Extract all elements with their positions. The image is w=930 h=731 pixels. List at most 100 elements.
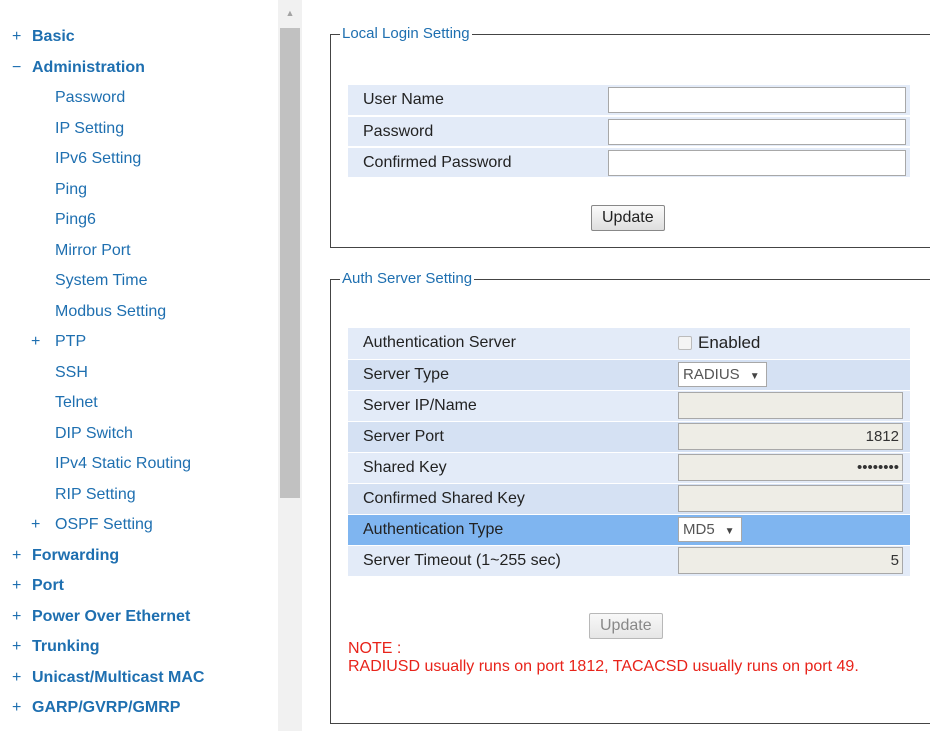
- expand-icon[interactable]: +: [12, 663, 32, 694]
- nav-item-label[interactable]: PTP: [55, 333, 86, 350]
- auth-type-value: MD5: [683, 521, 715, 538]
- confirmed-shared-key-label: Confirmed Shared Key: [348, 483, 678, 515]
- table-row: Server Port: [348, 421, 910, 453]
- nav-item-trunking[interactable]: + Trunking: [0, 632, 278, 663]
- nav-item-ptp[interactable]: + PTP: [0, 327, 278, 358]
- local-update-button[interactable]: Update: [591, 205, 665, 231]
- nav-item-power-over-ethernet[interactable]: + Power Over Ethernet: [0, 602, 278, 633]
- server-ip-input[interactable]: [678, 392, 903, 419]
- table-row: Password: [348, 116, 910, 148]
- nav-item-label[interactable]: Forwarding: [32, 547, 119, 564]
- nav-item-label[interactable]: Password: [55, 89, 125, 106]
- nav-item-label[interactable]: Power Over Ethernet: [32, 608, 190, 625]
- nav-item-system-time[interactable]: System Time: [0, 266, 278, 297]
- nav-item-label[interactable]: Mirror Port: [55, 242, 131, 259]
- nav-item-label[interactable]: RIP Setting: [55, 486, 136, 503]
- nav-item-label[interactable]: System Time: [55, 272, 147, 289]
- enabled-label[interactable]: Enabled: [698, 333, 760, 352]
- table-row: Confirmed Shared Key: [348, 483, 910, 515]
- nav-item-mirror-port[interactable]: Mirror Port: [0, 236, 278, 267]
- user-name-input[interactable]: [608, 87, 906, 113]
- nav-item-garp-gvrp-gmrp[interactable]: + GARP/GVRP/GMRP: [0, 693, 278, 724]
- server-ip-label: Server IP/Name: [348, 390, 678, 422]
- confirmed-shared-key-input[interactable]: [678, 485, 903, 512]
- auth-server-table: Authentication Server Enabled Server Typ…: [348, 328, 910, 577]
- auth-update-button[interactable]: Update: [589, 613, 663, 639]
- nav-item-label[interactable]: IPv4 Static Routing: [55, 455, 191, 472]
- nav-item-dip-switch[interactable]: DIP Switch: [0, 419, 278, 450]
- expand-icon[interactable]: +: [12, 541, 32, 572]
- expand-icon[interactable]: +: [31, 510, 55, 541]
- nav-item-ipv4-static-routing[interactable]: IPv4 Static Routing: [0, 449, 278, 480]
- nav-item-forwarding[interactable]: + Forwarding: [0, 541, 278, 572]
- server-timeout-input[interactable]: [678, 547, 903, 574]
- nav-item-label[interactable]: Basic: [32, 28, 75, 45]
- auth-server-label: Authentication Server: [348, 328, 678, 360]
- server-type-value: RADIUS: [683, 366, 740, 383]
- dropdown-arrow-icon: ▼: [724, 526, 735, 537]
- scrollbar-thumb[interactable]: [280, 28, 300, 498]
- nav-item-label[interactable]: GARP/GVRP/GMRP: [32, 699, 180, 716]
- auth-type-select[interactable]: MD5 ▼: [678, 517, 742, 542]
- nav-item-label[interactable]: Telnet: [55, 394, 98, 411]
- nav-item-label[interactable]: Trunking: [32, 638, 100, 655]
- dropdown-arrow-icon: ▼: [749, 371, 760, 382]
- nav-item-administration[interactable]: − Administration: [0, 53, 278, 84]
- expand-icon[interactable]: +: [12, 602, 32, 633]
- table-row: Server IP/Name: [348, 390, 910, 422]
- nav-item-basic[interactable]: + Basic: [0, 22, 278, 53]
- nav-item-label[interactable]: Port: [32, 577, 64, 594]
- nav-item-ip-setting[interactable]: IP Setting: [0, 114, 278, 145]
- server-type-label: Server Type: [348, 359, 678, 391]
- scroll-up-arrow-icon[interactable]: ▲: [278, 6, 302, 20]
- nav-item-label[interactable]: Ping: [55, 181, 87, 198]
- nav-item-telnet[interactable]: Telnet: [0, 388, 278, 419]
- confirmed-password-label: Confirmed Password: [348, 147, 605, 179]
- nav-item-label[interactable]: SSH: [55, 364, 88, 381]
- nav-item-ping[interactable]: Ping: [0, 175, 278, 206]
- server-port-label: Server Port: [348, 421, 678, 453]
- nav-item-unicast-multicast-mac[interactable]: + Unicast/Multicast MAC: [0, 663, 278, 694]
- nav-item-ipv6-setting[interactable]: IPv6 Setting: [0, 144, 278, 175]
- expand-icon[interactable]: +: [31, 327, 55, 358]
- nav-item-label[interactable]: OSPF Setting: [55, 516, 153, 533]
- confirmed-password-input[interactable]: [608, 149, 906, 176]
- server-type-select[interactable]: RADIUS ▼: [678, 362, 767, 387]
- nav-item-modbus-setting[interactable]: Modbus Setting: [0, 297, 278, 328]
- user-name-label: User Name: [348, 85, 605, 117]
- shared-key-label: Shared Key: [348, 452, 678, 484]
- table-row: Shared Key: [348, 452, 910, 484]
- nav-item-ssh[interactable]: SSH: [0, 358, 278, 389]
- nav-item-port[interactable]: + Port: [0, 571, 278, 602]
- collapse-icon[interactable]: −: [12, 53, 32, 84]
- table-row: User Name: [348, 85, 910, 117]
- nav-item-password[interactable]: Password: [0, 83, 278, 114]
- expand-icon[interactable]: +: [12, 571, 32, 602]
- nav-item-ping6[interactable]: Ping6: [0, 205, 278, 236]
- nav-item-label[interactable]: IPv6 Setting: [55, 150, 141, 167]
- table-row: Server Type RADIUS ▼: [348, 359, 910, 391]
- nav-item-label[interactable]: Ping6: [55, 211, 96, 228]
- expand-icon[interactable]: +: [12, 22, 32, 53]
- expand-icon[interactable]: +: [12, 693, 32, 724]
- auth-server-fieldset: Auth Server Setting Authentication Serve…: [330, 270, 930, 724]
- nav-item-label[interactable]: Administration: [32, 59, 145, 76]
- table-row: Authentication Server Enabled: [348, 328, 910, 360]
- nav-item-label[interactable]: IP Setting: [55, 120, 124, 137]
- nav-item-label[interactable]: Unicast/Multicast MAC: [32, 669, 204, 686]
- nav-item-label[interactable]: DIP Switch: [55, 425, 133, 442]
- local-login-fieldset: Local Login Setting User Name Password C…: [330, 25, 930, 248]
- table-row-highlighted: Authentication Type MD5 ▼: [348, 514, 910, 546]
- auth-server-legend: Auth Server Setting: [340, 270, 475, 288]
- enabled-checkbox[interactable]: [678, 336, 692, 351]
- sidebar-scrollbar[interactable]: ▲: [278, 0, 302, 731]
- nav-item-ospf-setting[interactable]: + OSPF Setting: [0, 510, 278, 541]
- nav-tree: + Basic − Administration Password IP Setti…: [0, 22, 278, 724]
- nav-item-label[interactable]: Modbus Setting: [55, 303, 166, 320]
- shared-key-input[interactable]: [678, 454, 903, 481]
- auth-type-label: Authentication Type: [348, 514, 678, 546]
- password-input[interactable]: [608, 118, 906, 145]
- expand-icon[interactable]: +: [12, 632, 32, 663]
- nav-item-rip-setting[interactable]: RIP Setting: [0, 480, 278, 511]
- server-port-input[interactable]: [678, 423, 903, 450]
